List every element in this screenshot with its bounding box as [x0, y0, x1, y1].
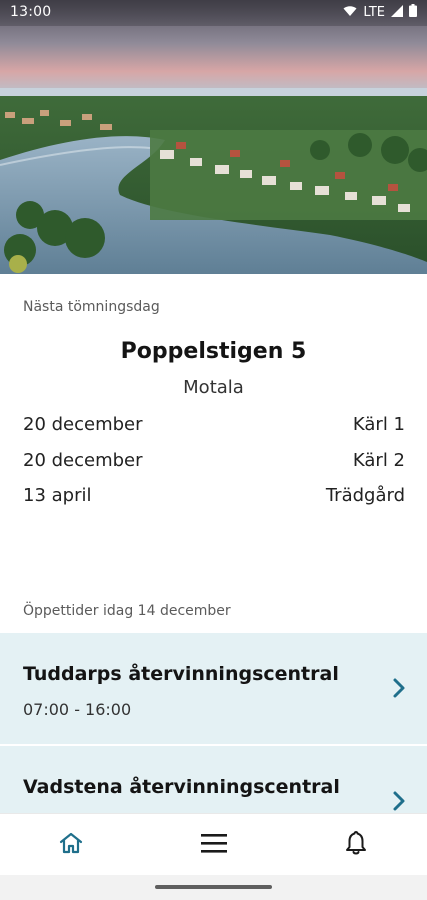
- collection-bin: Kärl 2: [352, 449, 405, 471]
- collection-row: 20 december Kärl 2: [23, 447, 405, 473]
- collection-date: 20 december: [23, 449, 143, 471]
- chevron-right-icon: [391, 677, 407, 699]
- recycling-center-card-vadstena[interactable]: Vadstena återvinningscentral: [0, 746, 427, 813]
- home-icon: [58, 831, 84, 859]
- wifi-icon: [343, 5, 357, 21]
- recycling-center-card-tuddarp[interactable]: Tuddarps återvinningscentral 07:00 - 16:…: [0, 633, 427, 744]
- recycling-center-name: Vadstena återvinningscentral: [23, 776, 340, 798]
- signal-icon: [391, 4, 403, 21]
- menu-icon: [200, 832, 228, 858]
- opening-hours-label: Öppettider idag 14 december: [23, 603, 231, 619]
- recycling-center-hours: 07:00 - 16:00: [23, 700, 132, 719]
- status-time: 13:00: [10, 4, 52, 20]
- nav-menu-button[interactable]: [197, 828, 231, 862]
- address-title: Poppelstigen 5: [120, 339, 307, 364]
- status-icons: LTE: [343, 4, 417, 21]
- collection-bin: Kärl 1: [352, 413, 405, 435]
- status-bar: 13:00 LTE: [0, 0, 427, 26]
- network-label: LTE: [363, 5, 385, 20]
- collection-bin: Trädgård: [325, 484, 405, 506]
- collection-date: 20 december: [23, 413, 143, 435]
- hero-image: [0, 0, 427, 274]
- city-label: Motala: [183, 377, 244, 398]
- battery-icon: [409, 4, 417, 21]
- chevron-right-icon: [391, 790, 407, 812]
- collection-date: 13 april: [23, 484, 92, 506]
- bottom-navigation: [0, 813, 427, 876]
- collection-row: 13 april Trädgård: [23, 482, 405, 508]
- gesture-handle[interactable]: [155, 885, 272, 889]
- nav-notifications-button[interactable]: [339, 828, 373, 862]
- system-navigation-bar: [0, 875, 427, 900]
- collection-row: 20 december Kärl 1: [23, 411, 405, 437]
- nav-home-button[interactable]: [54, 828, 88, 862]
- recycling-center-name: Tuddarps återvinningscentral: [23, 663, 339, 685]
- bell-icon: [344, 830, 368, 860]
- next-collection-label: Nästa tömningsdag: [23, 299, 160, 315]
